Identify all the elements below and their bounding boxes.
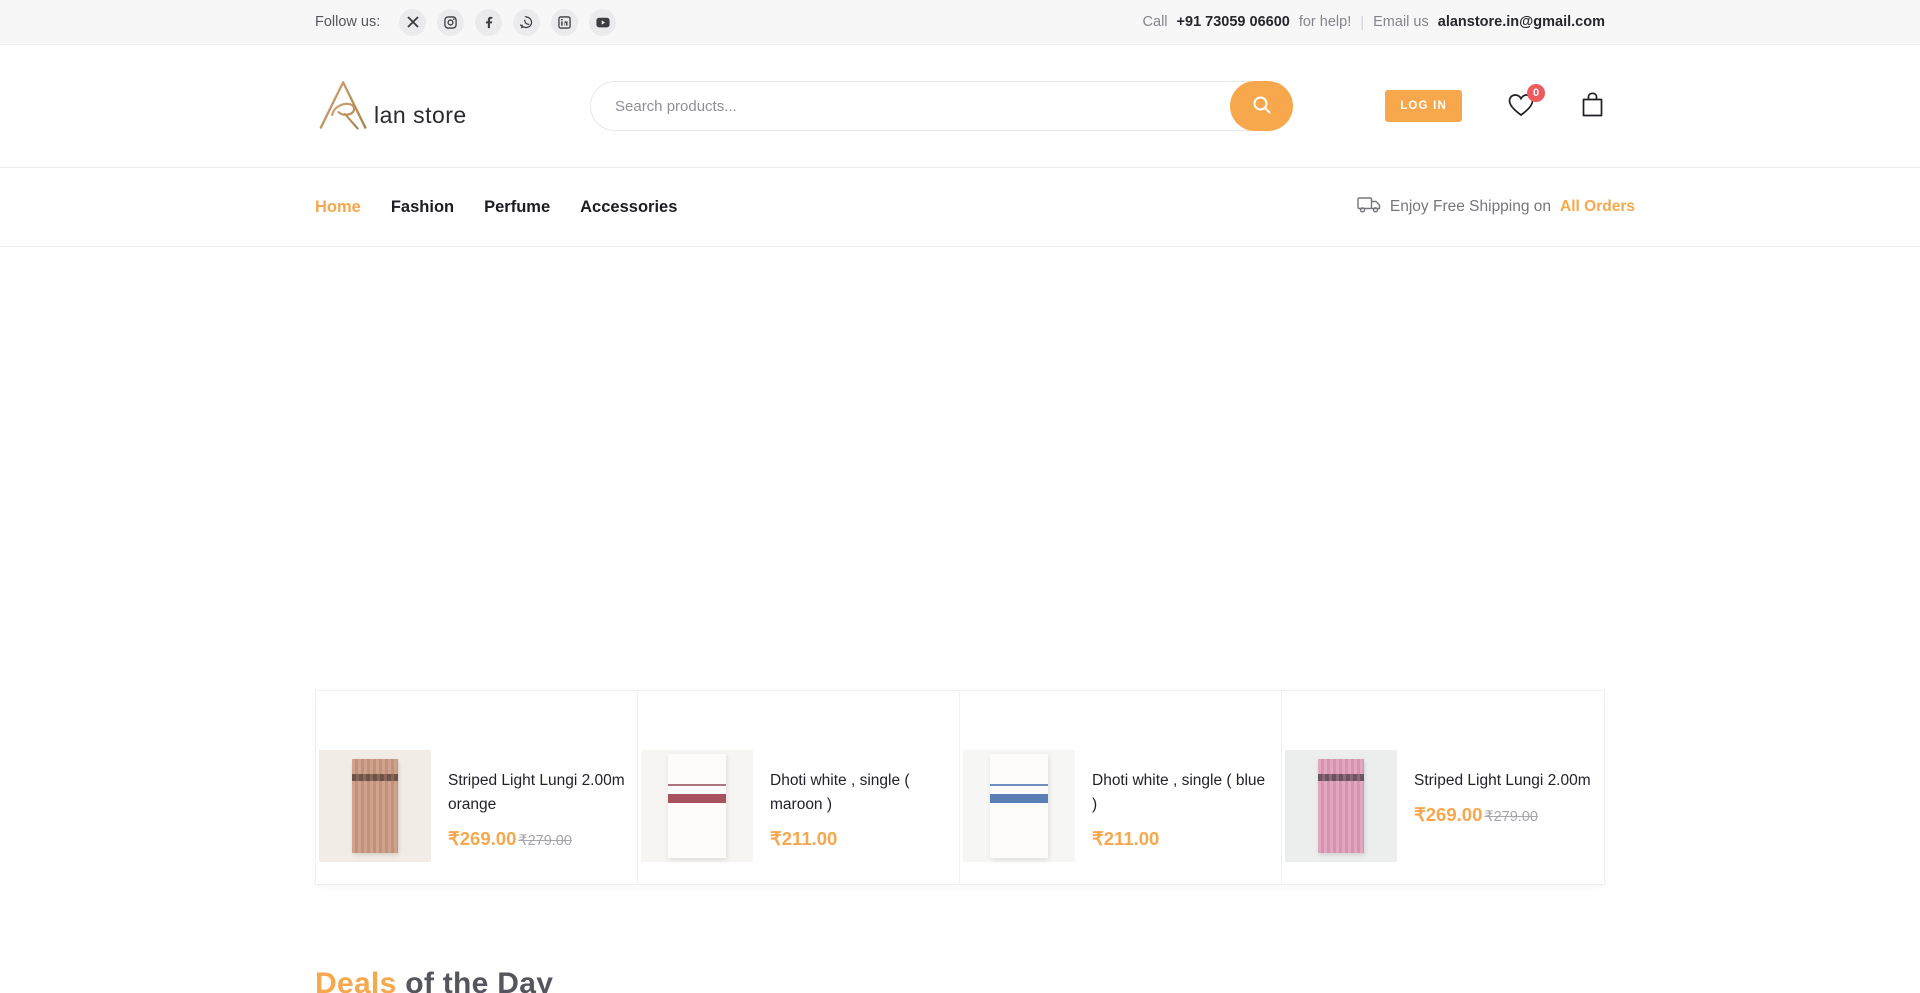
call-prefix-label: Call — [1143, 14, 1168, 30]
youtube-icon[interactable] — [589, 9, 616, 36]
shipping-text: Enjoy Free Shipping on — [1390, 198, 1551, 216]
shopping-bag-icon — [1580, 106, 1605, 121]
nav-item-fashion[interactable]: Fashion — [391, 198, 454, 217]
topbar-divider: | — [1360, 14, 1364, 31]
x-icon[interactable] — [399, 9, 426, 36]
featured-products-strip: Striped Light Lungi 2.00m orange ₹269.00… — [315, 690, 1605, 885]
product-info: Striped Light Lungi 2.00m ₹269.00 ₹279.0… — [1414, 750, 1591, 826]
email-link[interactable]: alanstore.in@gmail.com — [1438, 14, 1605, 30]
wishlist-count-badge: 0 — [1527, 84, 1545, 102]
product-price: ₹211.00 — [770, 828, 837, 850]
store-logo[interactable]: lan store — [315, 77, 590, 136]
free-shipping-note: Enjoy Free Shipping on All Orders — [1357, 196, 1635, 219]
phone-link[interactable]: +91 73059 06600 — [1177, 14, 1290, 30]
topbar-contact-group: Call +91 73059 06600 for help! | Email u… — [1143, 14, 1605, 31]
logo-A-monogram-icon — [315, 77, 373, 136]
product-price: ₹269.00 — [448, 828, 516, 850]
heart-icon — [1507, 106, 1535, 121]
site-header: lan store LOG IN 0 — [0, 45, 1920, 167]
product-title-link[interactable]: Striped Light Lungi 2.00m orange — [448, 769, 628, 817]
product-info: Dhoti white , single ( maroon ) ₹211.00 — [770, 750, 950, 850]
call-suffix-label: for help! — [1299, 14, 1351, 30]
social-follow-group: Follow us: — [315, 9, 616, 36]
product-image[interactable] — [963, 750, 1075, 862]
main-nav: Home Fashion Perfume Accessories Enjoy F… — [0, 167, 1920, 247]
wishlist-button[interactable]: 0 — [1507, 92, 1535, 121]
header-actions: LOG IN 0 — [1385, 90, 1605, 122]
search-button[interactable] — [1230, 81, 1293, 131]
product-card[interactable]: Dhoti white , single ( maroon ) ₹211.00 — [638, 691, 960, 884]
linkedin-icon[interactable] — [551, 9, 578, 36]
product-price: ₹269.00 — [1414, 804, 1482, 826]
product-info: Dhoti white , single ( blue ) ₹211.00 — [1092, 750, 1272, 850]
heading-highlight: Deals — [315, 967, 397, 993]
product-title-link[interactable]: Striped Light Lungi 2.00m — [1414, 769, 1591, 793]
product-image[interactable] — [319, 750, 431, 862]
product-title-link[interactable]: Dhoti white , single ( blue ) — [1092, 769, 1272, 817]
whatsapp-icon[interactable] — [513, 9, 540, 36]
login-button[interactable]: LOG IN — [1385, 90, 1462, 122]
product-card[interactable]: Striped Light Lungi 2.00m orange ₹269.00… — [316, 691, 638, 884]
product-title-link[interactable]: Dhoti white , single ( maroon ) — [770, 769, 950, 817]
deals-of-the-day-heading: Deals of the Day — [315, 967, 1605, 993]
product-price: ₹211.00 — [1092, 828, 1159, 850]
follow-us-label: Follow us: — [315, 14, 380, 30]
hero-slider-region — [0, 247, 1920, 690]
product-info: Striped Light Lungi 2.00m orange ₹269.00… — [448, 750, 628, 850]
cart-button[interactable] — [1580, 91, 1605, 121]
product-image[interactable] — [1285, 750, 1397, 862]
email-prefix-label: Email us — [1373, 14, 1429, 30]
nav-item-perfume[interactable]: Perfume — [484, 198, 550, 217]
product-old-price: ₹279.00 — [518, 833, 572, 849]
product-card[interactable]: Striped Light Lungi 2.00m ₹269.00 ₹279.0… — [1282, 691, 1604, 884]
shipping-highlight: All Orders — [1560, 198, 1635, 216]
product-image[interactable] — [641, 750, 753, 862]
heading-rest: of the Day — [397, 967, 554, 993]
search-input[interactable] — [590, 81, 1292, 131]
facebook-icon[interactable] — [475, 9, 502, 36]
search-icon — [1252, 95, 1272, 118]
instagram-icon[interactable] — [437, 9, 464, 36]
nav-item-home[interactable]: Home — [315, 198, 361, 217]
product-card[interactable]: Dhoti white , single ( blue ) ₹211.00 — [960, 691, 1282, 884]
logo-text: lan store — [374, 102, 467, 129]
truck-icon — [1357, 196, 1381, 219]
nav-links: Home Fashion Perfume Accessories — [315, 198, 677, 217]
product-old-price: ₹279.00 — [1484, 809, 1538, 825]
nav-item-accessories[interactable]: Accessories — [580, 198, 677, 217]
topbar: Follow us: Call +91 73059 06600 fo — [0, 0, 1920, 45]
search-form — [590, 81, 1292, 131]
